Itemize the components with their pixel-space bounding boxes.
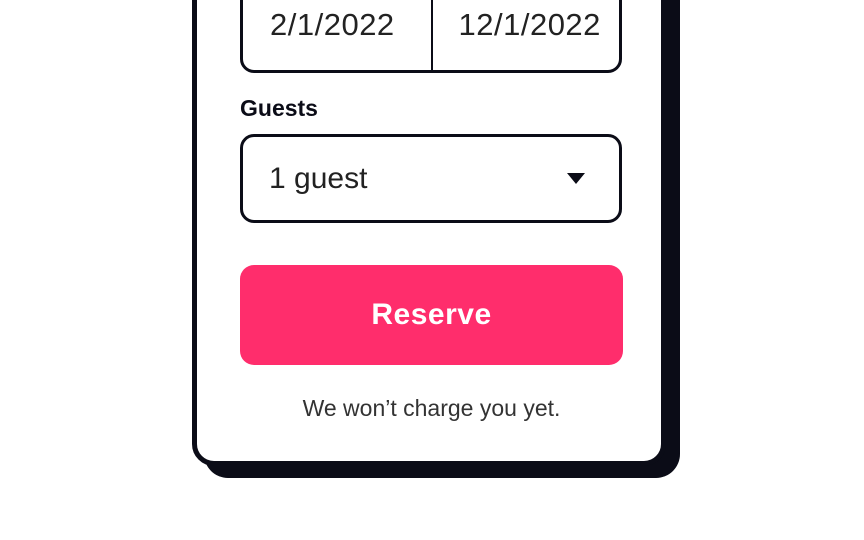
guests-label: Guests bbox=[240, 95, 318, 121]
charge-note: We won’t charge you yet. bbox=[302, 395, 561, 421]
date-range-field: 2/1/2022 12/1/2022 bbox=[240, 0, 622, 73]
reserve-button[interactable]: Reserve bbox=[240, 265, 623, 365]
checkin-date-field[interactable]: 2/1/2022 bbox=[243, 0, 433, 70]
guests-select[interactable]: 1 guest bbox=[240, 134, 622, 223]
guests-value: 1 guest bbox=[269, 161, 368, 195]
booking-stage: 2/1/2022 12/1/2022 Guests 1 guest Reserv… bbox=[0, 0, 864, 540]
checkout-date-field[interactable]: 12/1/2022 bbox=[433, 0, 620, 70]
caret-down-icon[interactable] bbox=[567, 173, 585, 184]
